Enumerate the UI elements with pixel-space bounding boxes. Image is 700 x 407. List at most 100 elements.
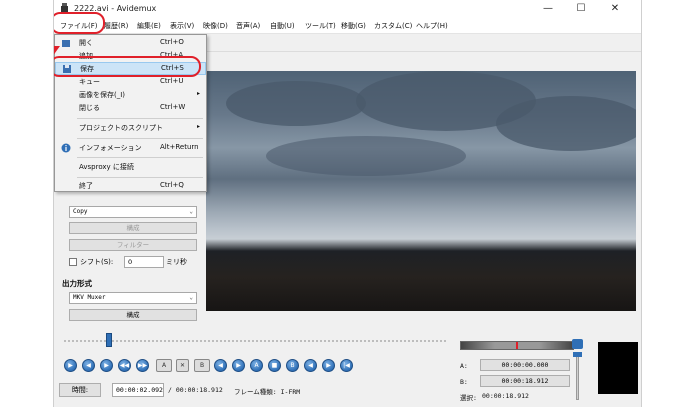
maximize-icon[interactable]: ☐	[570, 2, 592, 16]
audio-codec-select[interactable]: Copy ⌄	[69, 206, 197, 218]
video-preview	[206, 71, 636, 311]
info-icon	[61, 143, 71, 153]
marker-b-time: 00:00:18.912	[480, 375, 570, 387]
total-time: / 00:00:18.912	[168, 386, 223, 394]
current-time-input[interactable]: 00:00:02.092	[112, 383, 164, 397]
shift-value: 0	[128, 258, 133, 266]
annotation-circle-save	[54, 56, 201, 77]
menu-tools[interactable]: ツール(T)	[305, 21, 336, 31]
menu-audio[interactable]: 音声(A)	[236, 21, 260, 31]
selection-time: 00:00:18.912	[482, 392, 529, 400]
menu-item-shortcut: Ctrl+W	[160, 103, 186, 111]
speaker-icon[interactable]	[572, 339, 583, 349]
selection-label: 選択:	[460, 394, 477, 402]
menu-separator	[77, 157, 203, 158]
menu-item-shortcut: Alt+Return	[160, 143, 199, 151]
container-value: MKV Muxer	[73, 294, 106, 301]
menu-item-label: 終了	[79, 182, 93, 190]
menu-item-shortcut: Ctrl+O	[160, 38, 184, 46]
play-button[interactable]: ▶	[64, 359, 77, 372]
volume-slider[interactable]	[576, 352, 579, 400]
cloud-shape	[226, 81, 366, 126]
close-icon[interactable]: ✕	[604, 2, 626, 16]
chevron-down-icon: ⌄	[189, 208, 193, 215]
menu-item-label: キュー	[79, 78, 100, 86]
file-menu-save-image[interactable]: 画像を保存(_I) ▸	[55, 89, 206, 101]
audio-codec-value: Copy	[73, 208, 88, 215]
meter-marker	[516, 342, 518, 349]
shift-unit: ミリ秒	[166, 258, 187, 266]
file-menu-quit[interactable]: 終了 Ctrl+Q	[55, 180, 206, 192]
seek-track	[64, 340, 446, 342]
rewind-button[interactable]: ◀◀	[118, 359, 131, 372]
set-marker-b-button[interactable]: B	[194, 359, 210, 372]
file-menu-information[interactable]: インフォメーション Alt+Return	[55, 142, 206, 154]
audio-configure-button[interactable]: 構成	[69, 222, 197, 234]
menu-video[interactable]: 映像(D)	[203, 21, 228, 31]
marker-b-label: B:	[460, 378, 468, 386]
cloud-shape	[266, 136, 466, 176]
frame-type: フレーム種類: I-FRM	[234, 388, 301, 396]
open-icon	[62, 40, 70, 47]
menu-item-shortcut: Ctrl+U	[160, 77, 184, 85]
shift-checkbox[interactable]	[69, 258, 77, 266]
chevron-down-icon: ⌄	[189, 294, 193, 301]
previous-keyframe-button[interactable]: ◀	[214, 359, 227, 372]
menu-item-label: Avsproxy に接続	[79, 163, 134, 171]
previous-frame-button[interactable]: ◀	[82, 359, 95, 372]
submenu-arrow-icon: ▸	[196, 90, 200, 97]
avidemux-window: 2222.avi - Avidemux — ☐ ✕ ファイル(F) 履歴(R) …	[53, 0, 642, 407]
menu-go[interactable]: 移動(G)	[341, 21, 366, 31]
submenu-arrow-icon: ▸	[196, 123, 200, 130]
cloud-shape	[496, 96, 636, 151]
annotation-circle-file-menu	[54, 12, 105, 34]
shift-label: シフト(S):	[80, 258, 114, 266]
delete-button[interactable]: ✕	[176, 359, 189, 372]
volume-slider-thumb[interactable]	[573, 352, 582, 357]
goto-start-button[interactable]: |◀	[340, 359, 353, 372]
file-menu-project-script[interactable]: プロジェクトのスクリプト ▸	[55, 122, 206, 134]
menu-item-label: プロジェクトのスクリプト	[79, 124, 163, 132]
next-keyframe-button[interactable]: ▶	[232, 359, 245, 372]
menu-help[interactable]: ヘルプ(H)	[416, 21, 448, 31]
menu-history[interactable]: 履歴(R)	[104, 21, 128, 31]
set-marker-a-button[interactable]: A	[156, 359, 172, 372]
menu-custom[interactable]: カスタム(C)	[374, 21, 412, 31]
menu-bar: ファイル(F) 履歴(R) 編集(E) 表示(V) 映像(D) 音声(A) 自動…	[54, 18, 641, 34]
audio-filters-button[interactable]: フィルター	[69, 239, 197, 251]
next-black-button[interactable]: ▶	[322, 359, 335, 372]
file-menu-open[interactable]: 開く Ctrl+O	[55, 37, 206, 49]
menu-item-shortcut: Ctrl+Q	[160, 181, 184, 189]
fast-forward-button[interactable]: ▶▶	[136, 359, 149, 372]
title-bar: 2222.avi - Avidemux — ☐ ✕	[54, 0, 641, 18]
seek-bar[interactable]	[64, 333, 446, 347]
menu-item-label: 画像を保存(_I)	[79, 91, 126, 99]
menu-item-label: インフォメーション	[79, 144, 142, 152]
menu-edit[interactable]: 編集(E)	[137, 21, 161, 31]
menu-auto[interactable]: 自動(U)	[270, 21, 295, 31]
output-format-title: 出力形式	[62, 279, 92, 288]
marker-a-label: A:	[460, 362, 468, 370]
next-frame-button[interactable]: ▶	[100, 359, 113, 372]
menu-separator	[77, 118, 203, 119]
file-menu-avsproxy[interactable]: Avsproxy に接続	[55, 161, 206, 173]
menu-view[interactable]: 表示(V)	[170, 21, 194, 31]
previous-black-button[interactable]: ◀	[304, 359, 317, 372]
container-select[interactable]: MKV Muxer ⌄	[69, 292, 197, 304]
file-menu-close[interactable]: 閉じる Ctrl+W	[55, 102, 206, 114]
seek-thumb[interactable]	[106, 333, 112, 347]
goto-marker-a-button[interactable]: A	[250, 359, 263, 372]
file-menu-queue[interactable]: キュー Ctrl+U	[55, 76, 206, 88]
minimize-icon[interactable]: —	[537, 2, 559, 16]
container-configure-button[interactable]: 構成	[69, 309, 197, 321]
menu-separator	[77, 138, 203, 139]
menu-item-label: 開く	[79, 39, 93, 47]
goto-marker-b-button[interactable]: B	[286, 359, 299, 372]
volume-meter	[460, 341, 574, 350]
shift-input[interactable]: 0	[124, 256, 164, 268]
menu-separator	[77, 177, 203, 178]
marker-a-time: 00:00:00.000	[480, 359, 570, 371]
thumbnail-preview	[598, 342, 638, 394]
time-button[interactable]: 時間:	[59, 383, 101, 397]
stop-button[interactable]: ■	[268, 359, 281, 372]
